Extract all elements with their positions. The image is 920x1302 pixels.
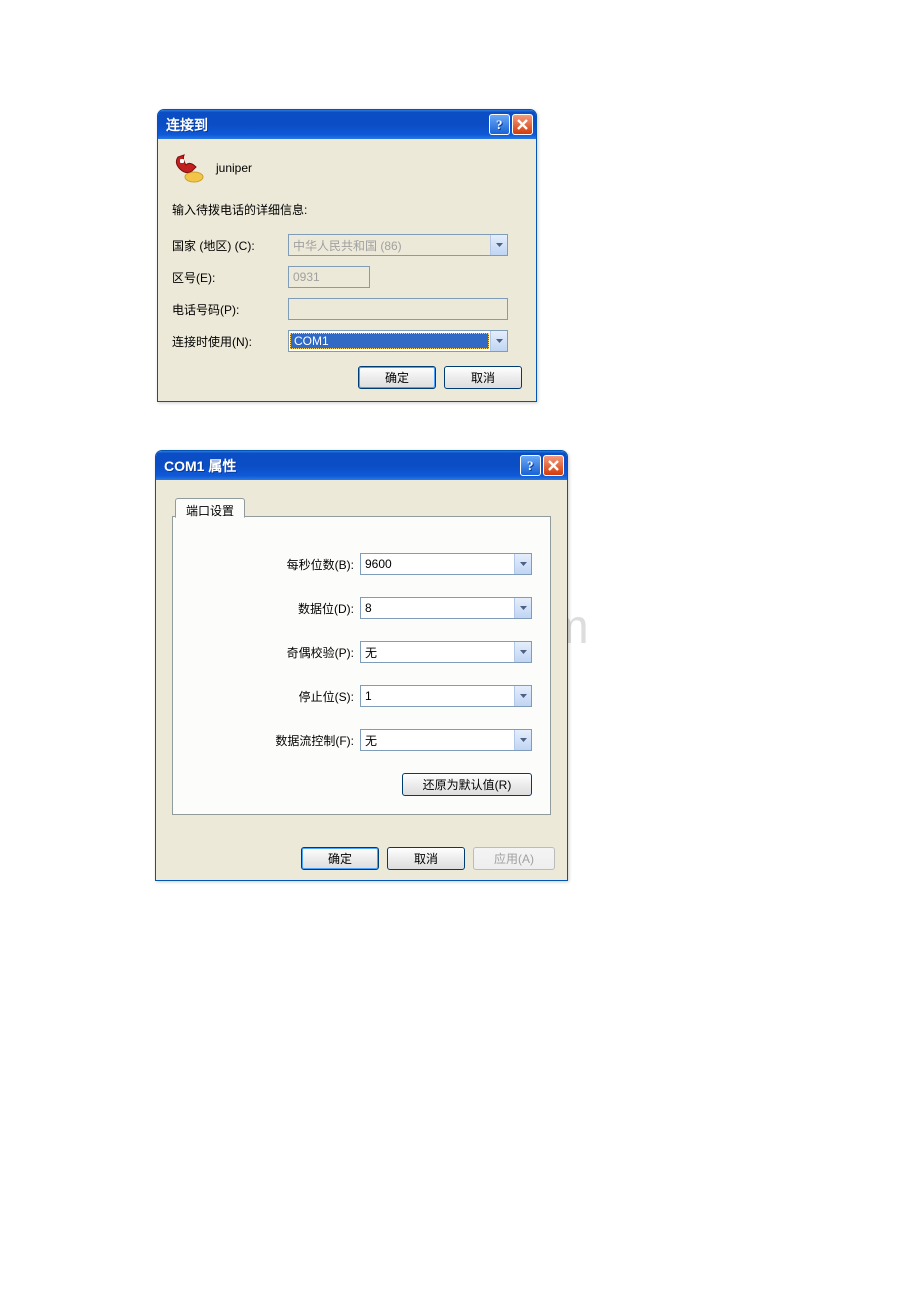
baud-rate-value: 9600	[361, 555, 514, 573]
flow-control-label: 数据流控制(F):	[210, 732, 360, 749]
chevron-down-icon[interactable]	[514, 554, 531, 574]
parity-label: 奇偶校验(P):	[210, 644, 360, 661]
cancel-button[interactable]: 取消	[444, 366, 522, 389]
ok-button[interactable]: 确定	[301, 847, 379, 870]
tab-port-settings[interactable]: 端口设置	[175, 498, 245, 518]
connect-using-select[interactable]: COM1	[288, 330, 508, 352]
chevron-down-icon[interactable]	[514, 730, 531, 750]
area-code-label: 区号(E):	[172, 269, 288, 286]
titlebar[interactable]: COM1 属性 ?	[156, 451, 567, 480]
phone-number-input	[288, 298, 508, 320]
data-bits-value: 8	[361, 599, 514, 617]
dialog-title: 连接到	[166, 115, 487, 135]
svg-text:?: ?	[496, 118, 503, 131]
titlebar[interactable]: 连接到 ?	[158, 110, 536, 139]
chevron-down-icon[interactable]	[514, 642, 531, 662]
chevron-down-icon	[490, 235, 507, 255]
close-button[interactable]	[543, 455, 564, 476]
country-value: 中华人民共和国 (86)	[289, 235, 490, 256]
chevron-down-icon[interactable]	[514, 686, 531, 706]
help-icon: ?	[525, 459, 536, 472]
flow-control-select[interactable]: 无	[360, 729, 532, 751]
baud-rate-label: 每秒位数(B):	[210, 556, 360, 573]
country-select: 中华人民共和国 (86)	[288, 234, 508, 256]
help-button[interactable]: ?	[520, 455, 541, 476]
stop-bits-label: 停止位(S):	[210, 688, 360, 705]
country-label: 国家 (地区) (C):	[172, 237, 288, 254]
parity-value: 无	[361, 642, 514, 663]
com1-properties-dialog: COM1 属性 ? 端口设置 每秒位数(B): 9600 数据位(D): 8	[155, 450, 568, 881]
connect-using-value: COM1	[290, 333, 489, 349]
data-bits-label: 数据位(D):	[210, 600, 360, 617]
phone-icon	[172, 153, 206, 183]
chevron-down-icon[interactable]	[490, 331, 507, 351]
svg-text:?: ?	[527, 459, 534, 472]
phone-number-label: 电话号码(P):	[172, 301, 288, 318]
stop-bits-select[interactable]: 1	[360, 685, 532, 707]
help-button[interactable]: ?	[489, 114, 510, 135]
dialog-title: COM1 属性	[164, 456, 518, 476]
chevron-down-icon[interactable]	[514, 598, 531, 618]
instruction-text: 输入待拨电话的详细信息:	[172, 201, 522, 218]
connect-using-label: 连接时使用(N):	[172, 333, 288, 350]
area-code-input	[288, 266, 370, 288]
help-icon: ?	[494, 118, 505, 131]
close-icon	[517, 119, 528, 130]
apply-button: 应用(A)	[473, 847, 555, 870]
close-button[interactable]	[512, 114, 533, 135]
stop-bits-value: 1	[361, 687, 514, 705]
parity-select[interactable]: 无	[360, 641, 532, 663]
cancel-button[interactable]: 取消	[387, 847, 465, 870]
ok-button[interactable]: 确定	[358, 366, 436, 389]
baud-rate-select[interactable]: 9600	[360, 553, 532, 575]
close-icon	[548, 460, 559, 471]
restore-defaults-button[interactable]: 还原为默认值(R)	[402, 773, 532, 796]
connect-to-dialog: 连接到 ? juniper 输入待拨电话的详细信息: 国家 (地区) (C):	[157, 109, 537, 402]
connection-name: juniper	[216, 161, 252, 175]
flow-control-value: 无	[361, 730, 514, 751]
data-bits-select[interactable]: 8	[360, 597, 532, 619]
port-settings-panel: 端口设置 每秒位数(B): 9600 数据位(D): 8 奇偶校验(P): 无	[172, 516, 551, 815]
